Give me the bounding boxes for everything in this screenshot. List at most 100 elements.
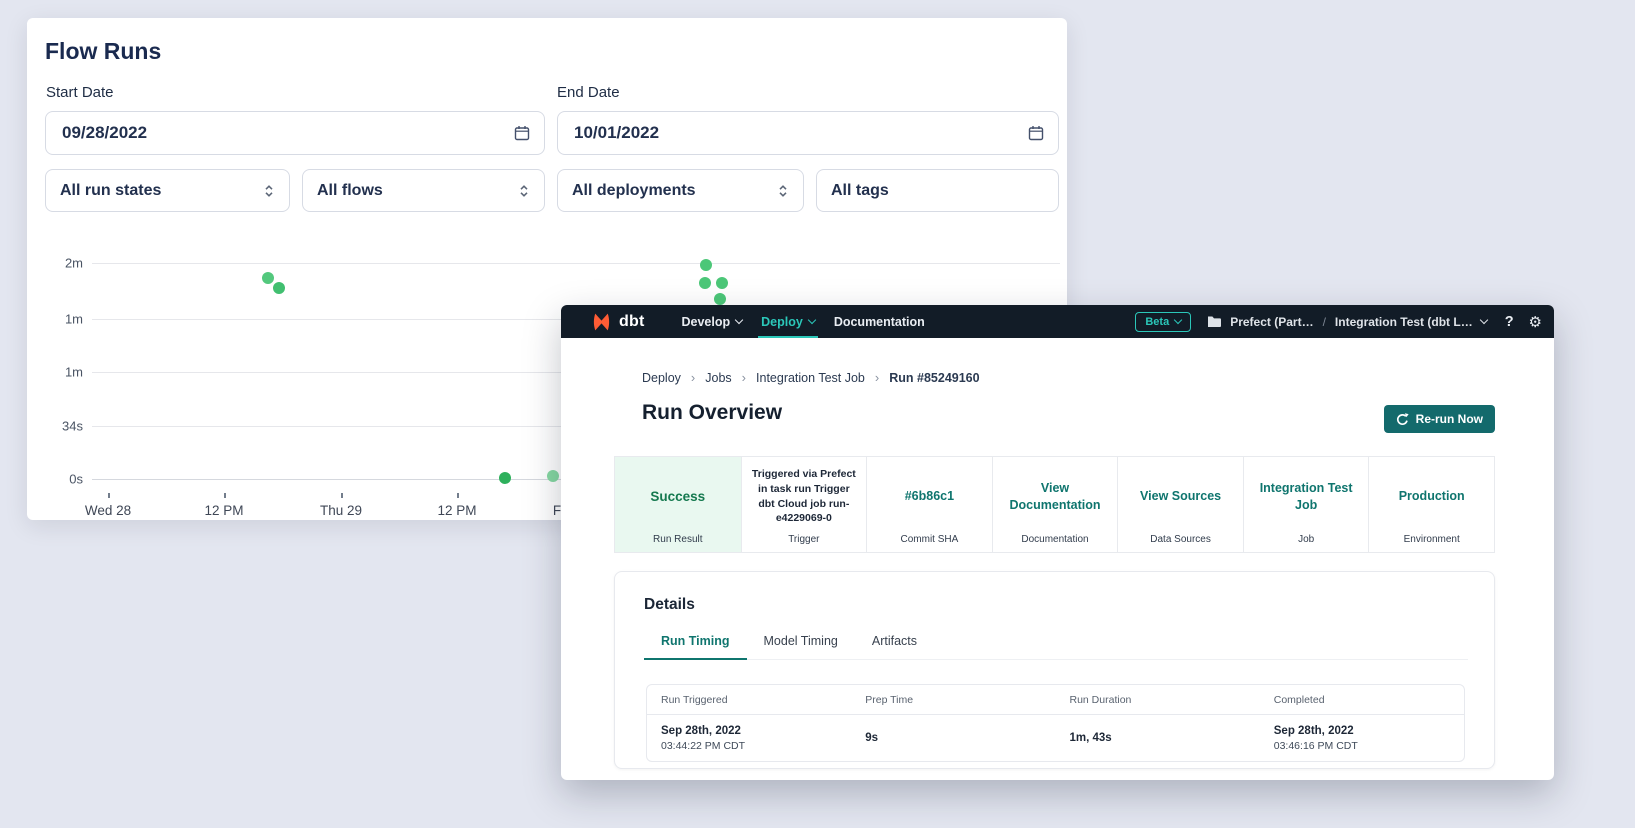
card-value: Triggered via Prefect in task run Trigge… xyxy=(750,467,859,526)
calendar-icon[interactable] xyxy=(1028,125,1044,141)
nav-item-deploy[interactable]: Deploy xyxy=(758,305,818,338)
select-value: All deployments xyxy=(572,182,696,200)
filter-select-all-tags[interactable]: All tags xyxy=(816,169,1059,212)
updown-chevron-icon xyxy=(777,183,789,199)
card-value[interactable]: View Documentation xyxy=(1001,480,1110,513)
flow-run-point[interactable] xyxy=(273,282,285,294)
table-cell-primary: Sep 28th, 2022 xyxy=(1274,725,1464,737)
start-date-label: Start Date xyxy=(46,84,114,101)
nav-item-develop[interactable]: Develop xyxy=(678,305,745,338)
x-axis-tick-label: 12 PM xyxy=(437,503,476,518)
y-axis-tick-label: 1m xyxy=(35,312,83,327)
card-label: Trigger xyxy=(742,534,867,545)
table-cell: 9s xyxy=(851,732,1055,744)
breadcrumb-item[interactable]: Jobs xyxy=(705,371,731,385)
table-column-header: Completed xyxy=(1260,694,1464,706)
table-cell: Sep 28th, 2022 03:46:16 PM CDT xyxy=(1260,725,1464,752)
card-value[interactable]: Production xyxy=(1399,488,1465,504)
table-cell-primary: Sep 28th, 2022 xyxy=(661,725,851,737)
flow-run-point[interactable] xyxy=(547,470,559,482)
breadcrumb-separator: › xyxy=(742,370,746,385)
card-value[interactable]: View Sources xyxy=(1140,488,1221,504)
card-value[interactable]: #6b86c1 xyxy=(905,488,954,504)
tab-artifacts[interactable]: Artifacts xyxy=(855,628,934,660)
rerun-now-button[interactable]: Re-run Now xyxy=(1384,405,1495,433)
breadcrumb-slash: / xyxy=(1323,315,1326,329)
x-axis-tick-mark xyxy=(108,493,110,498)
table-cell-secondary: 03:46:16 PM CDT xyxy=(1274,740,1464,752)
flow-run-point[interactable] xyxy=(714,293,726,305)
dbt-logo-icon[interactable] xyxy=(591,312,612,332)
table-cell-primary: 9s xyxy=(865,732,1055,744)
chevron-down-icon[interactable] xyxy=(1479,316,1487,324)
updown-chevron-icon xyxy=(263,183,275,199)
run-summary-cards: SuccessRun ResultTriggered via Prefect i… xyxy=(614,456,1495,553)
beta-dropdown[interactable]: Beta xyxy=(1135,312,1191,332)
flow-run-point[interactable] xyxy=(499,472,511,484)
table-header-row: Run TriggeredPrep TimeRun DurationComple… xyxy=(647,685,1464,715)
select-value: All flows xyxy=(317,182,383,200)
environment-name[interactable]: Integration Test (dbt L… xyxy=(1335,315,1473,329)
nav-menu: Develop Deploy Documentation xyxy=(678,305,940,338)
help-icon[interactable]: ? xyxy=(1505,314,1514,330)
x-axis-tick-label: 12 PM xyxy=(204,503,243,518)
breadcrumb-separator: › xyxy=(875,370,879,385)
tab-run-timing[interactable]: Run Timing xyxy=(644,628,747,660)
details-panel: Details Run TimingModel TimingArtifacts … xyxy=(614,571,1495,769)
card-label: Commit SHA xyxy=(867,534,992,545)
nav-item-documentation[interactable]: Documentation xyxy=(831,305,928,338)
table-row: Sep 28th, 202203:44:22 PM CDT9s1m, 43sSe… xyxy=(647,715,1464,761)
breadcrumb: Deploy › Jobs › Integration Test Job › Run #85… xyxy=(642,370,980,385)
breadcrumb-item: Run #85249160 xyxy=(889,371,979,385)
nav-item-label: Develop xyxy=(681,315,730,329)
y-axis-tick-label: 0s xyxy=(35,472,83,487)
details-title: Details xyxy=(644,596,695,614)
summary-card-commit-sha: #6b86c1 Commit SHA xyxy=(866,457,992,552)
start-date-input[interactable] xyxy=(60,122,514,144)
table-cell-secondary: 03:44:22 PM CDT xyxy=(661,740,851,752)
x-axis-tick-label: F xyxy=(553,503,561,518)
project-breadcrumb: Prefect (Part… / Integration Test (dbt L… xyxy=(1207,315,1486,329)
flow-runs-title: Flow Runs xyxy=(45,38,161,65)
flow-run-point[interactable] xyxy=(700,259,712,271)
updown-chevron-icon xyxy=(518,183,530,199)
x-axis-tick-mark xyxy=(457,493,459,498)
rerun-refresh-icon xyxy=(1396,413,1409,426)
summary-card-run-result: SuccessRun Result xyxy=(615,457,741,552)
filter-select-all-flows[interactable]: All flows xyxy=(302,169,545,212)
card-label: Run Result xyxy=(615,534,741,545)
breadcrumb-item[interactable]: Deploy xyxy=(642,371,681,385)
table-column-header: Run Triggered xyxy=(647,694,851,706)
y-axis-tick-label: 2m xyxy=(35,256,83,271)
page-title: Run Overview xyxy=(642,401,782,425)
x-axis-tick-mark xyxy=(341,493,343,498)
card-label: Data Sources xyxy=(1118,534,1243,545)
filter-select-all-deployments[interactable]: All deployments xyxy=(557,169,804,212)
card-value[interactable]: Integration Test Job xyxy=(1252,480,1361,513)
run-timing-table: Run TriggeredPrep TimeRun DurationComple… xyxy=(646,684,1465,762)
breadcrumb-separator: › xyxy=(691,370,695,385)
beta-label: Beta xyxy=(1145,316,1169,328)
x-axis-tick-label: Thu 29 xyxy=(320,503,362,518)
summary-card-data-sources: View Sources Data Sources xyxy=(1117,457,1243,552)
summary-card-trigger: Triggered via Prefect in task run Trigge… xyxy=(741,457,867,552)
end-date-label: End Date xyxy=(557,84,620,101)
calendar-icon[interactable] xyxy=(514,125,530,141)
table-column-header: Prep Time xyxy=(851,694,1055,706)
select-value: All run states xyxy=(60,182,161,200)
table-body: Sep 28th, 202203:44:22 PM CDT9s1m, 43sSe… xyxy=(647,715,1464,761)
flow-run-point[interactable] xyxy=(716,277,728,289)
nav-item-label: Deploy xyxy=(761,315,803,329)
flow-run-point[interactable] xyxy=(262,272,274,284)
filter-select-all-run-states[interactable]: All run states xyxy=(45,169,290,212)
folder-icon xyxy=(1207,315,1222,328)
flow-run-point[interactable] xyxy=(699,277,711,289)
project-name[interactable]: Prefect (Part… xyxy=(1230,315,1313,329)
chart-gridline xyxy=(92,263,1060,264)
tab-model-timing[interactable]: Model Timing xyxy=(747,628,855,660)
gear-icon[interactable]: ⚙ xyxy=(1529,313,1542,331)
dbt-brand-text: dbt xyxy=(619,313,644,331)
breadcrumb-item[interactable]: Integration Test Job xyxy=(756,371,865,385)
end-date-input[interactable] xyxy=(572,122,1028,144)
summary-card-documentation: View DocumentationDocumentation xyxy=(992,457,1118,552)
